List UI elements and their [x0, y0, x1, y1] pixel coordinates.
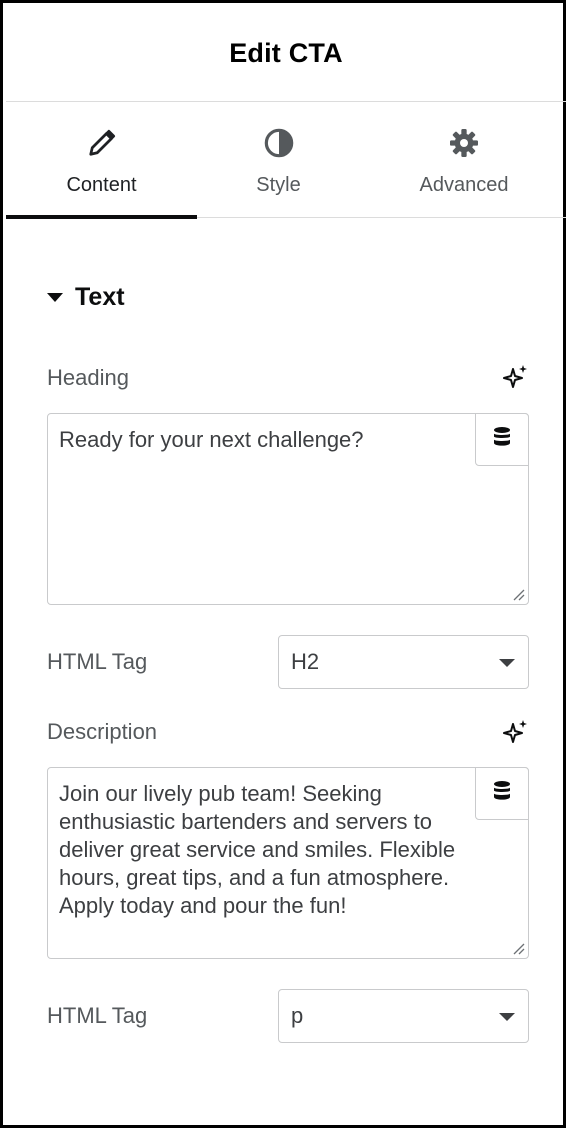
- contrast-icon: [263, 126, 295, 160]
- heading-value: Ready for your next challenge?: [59, 427, 364, 452]
- database-icon: [492, 426, 512, 453]
- section-title: Text: [75, 282, 125, 311]
- editor-panel: Edit CTA Content Style Advanced Text Hea…: [0, 0, 566, 1128]
- description-html-tag-label: HTML Tag: [47, 1003, 148, 1028]
- description-value: Join our lively pub team! Seeking enthus…: [59, 781, 456, 918]
- description-textarea[interactable]: Join our lively pub team! Seeking enthus…: [47, 767, 529, 959]
- pencil-icon: [87, 126, 117, 160]
- chevron-down-icon: [499, 659, 515, 667]
- description-label: Description: [47, 719, 158, 744]
- tab-content[interactable]: Content: [6, 102, 197, 219]
- heading-html-tag-select[interactable]: H2: [278, 635, 529, 689]
- select-value: H2: [291, 649, 320, 674]
- caret-down-icon: [47, 292, 63, 302]
- sparkle-icon[interactable]: [503, 364, 529, 390]
- dynamic-tags-button[interactable]: [475, 413, 529, 466]
- tab-label: Style: [256, 174, 301, 196]
- sparkle-icon[interactable]: [503, 719, 529, 745]
- heading-textarea[interactable]: Ready for your next challenge?: [47, 413, 529, 605]
- tab-label: Advanced: [419, 174, 509, 196]
- description-html-tag-select[interactable]: p: [278, 989, 529, 1043]
- gear-icon: [448, 126, 480, 160]
- tab-bar: Content Style Advanced: [6, 102, 566, 219]
- dynamic-tags-button[interactable]: [475, 767, 529, 820]
- resize-handle[interactable]: [511, 587, 525, 601]
- section-toggle-text[interactable]: Text: [47, 281, 125, 313]
- heading-html-tag-label: HTML Tag: [47, 649, 148, 674]
- resize-handle[interactable]: [511, 941, 525, 955]
- tab-advanced[interactable]: Advanced: [370, 102, 558, 218]
- tab-style[interactable]: Style: [197, 102, 360, 218]
- chevron-down-icon: [499, 1013, 515, 1021]
- select-value: p: [291, 1003, 304, 1028]
- panel-title: Edit CTA: [229, 38, 343, 68]
- tab-label: Content: [66, 174, 137, 196]
- heading-label: Heading: [47, 365, 129, 390]
- panel-header: Edit CTA: [6, 6, 566, 102]
- database-icon: [492, 780, 512, 807]
